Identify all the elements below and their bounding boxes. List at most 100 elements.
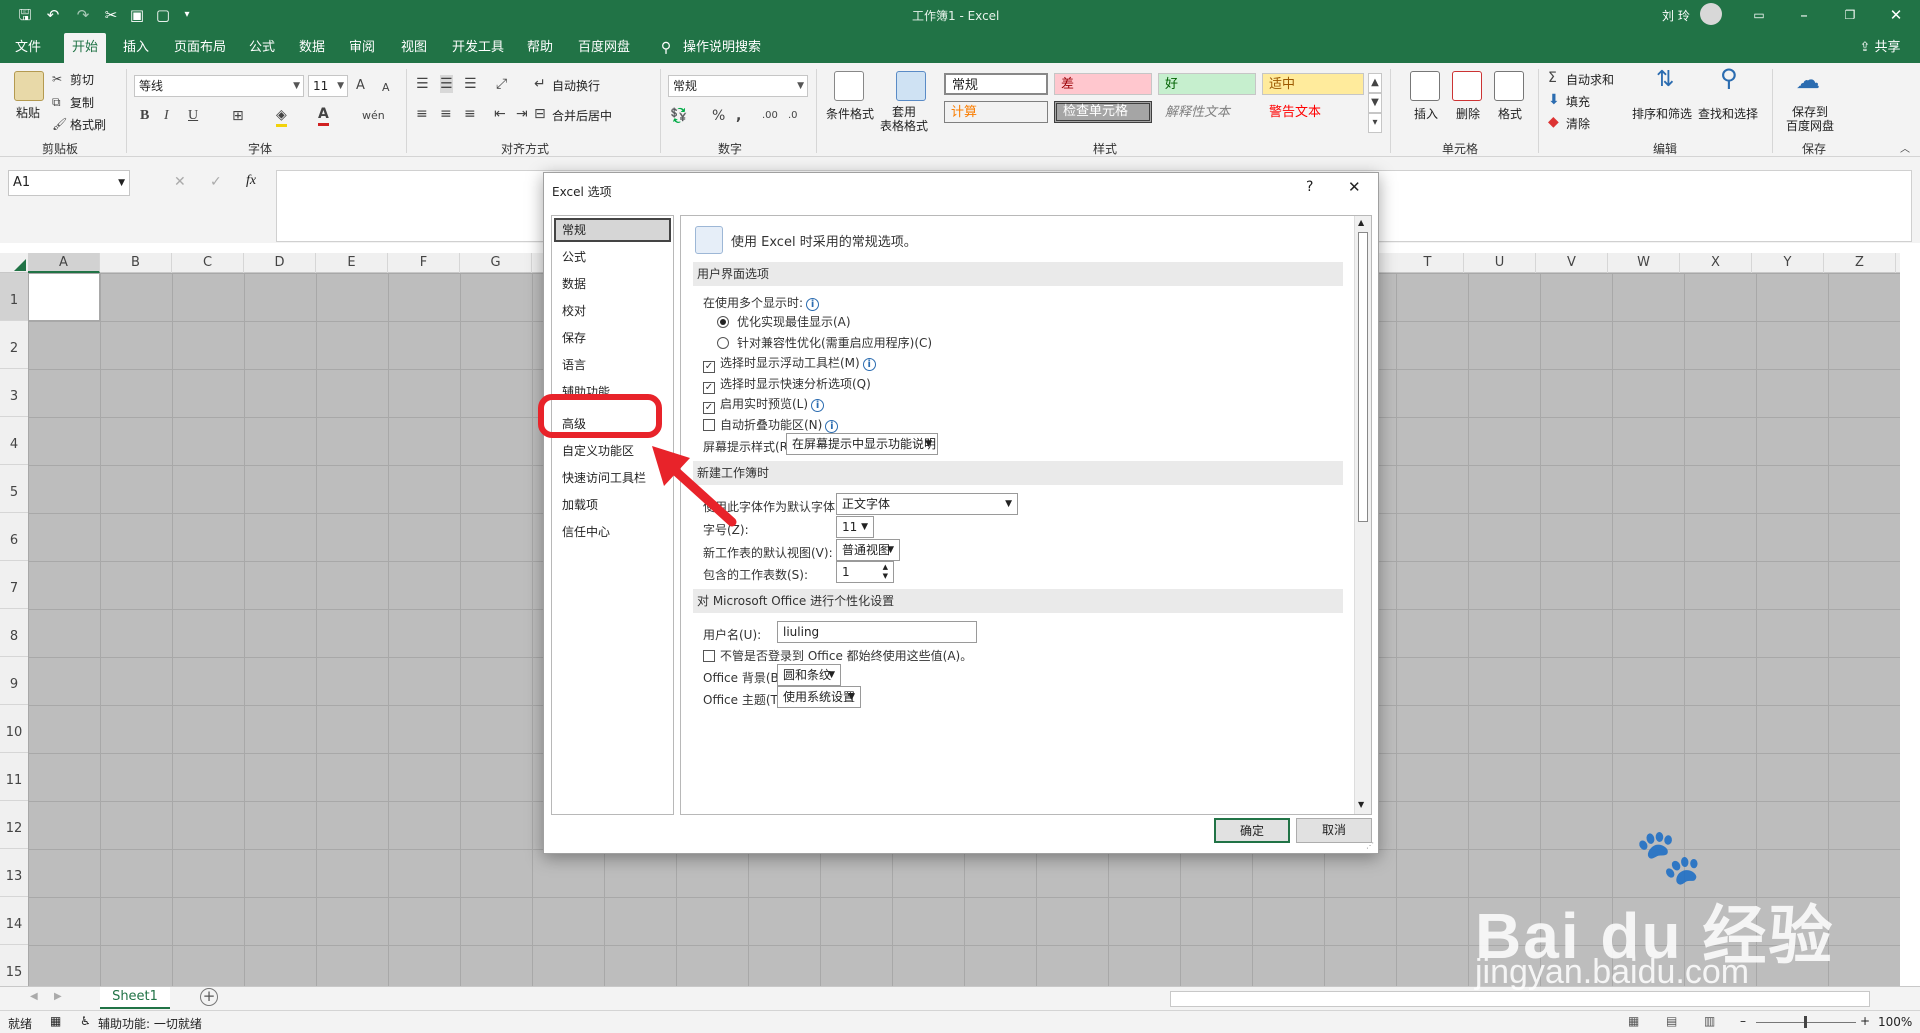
- row-header-5[interactable]: 5: [0, 465, 28, 513]
- nav-item-proofing[interactable]: 校对: [554, 299, 671, 323]
- clear-icon[interactable]: ◆: [1548, 113, 1559, 131]
- save-to-baidu-button[interactable]: 保存到 百度网盘: [1786, 105, 1834, 133]
- tab-data[interactable]: 数据: [296, 33, 328, 63]
- clear-button[interactable]: 清除: [1566, 115, 1590, 132]
- dialog-help-button[interactable]: ?: [1306, 179, 1313, 195]
- row-header-13[interactable]: 13: [0, 849, 28, 897]
- active-cell[interactable]: [28, 273, 100, 321]
- customize-qa-icon[interactable]: ▾: [176, 4, 198, 26]
- sort-filter-icon[interactable]: ⇅: [1656, 69, 1674, 91]
- window-close-icon[interactable]: ✕: [1885, 4, 1907, 26]
- insert-function-icon[interactable]: fx: [246, 173, 256, 189]
- zoom-out-icon[interactable]: –: [1740, 1014, 1746, 1028]
- ribbon-display-icon[interactable]: ▭: [1748, 4, 1770, 26]
- row-header-3[interactable]: 3: [0, 369, 28, 417]
- merge-center-button[interactable]: 合并后居中: [552, 107, 612, 124]
- row-header-14[interactable]: 14: [0, 897, 28, 945]
- row-header-10[interactable]: 10: [0, 705, 28, 753]
- row-header-4[interactable]: 4: [0, 417, 28, 465]
- format-cells-icon[interactable]: [1494, 71, 1524, 101]
- checkbox-quick-analysis[interactable]: ✓ 选择时显示快速分析选项(Q): [703, 375, 871, 394]
- align-center-icon[interactable]: ≡: [440, 105, 452, 123]
- maximize-icon[interactable]: ❐: [1839, 4, 1861, 26]
- nav-item-general[interactable]: 常规: [554, 218, 671, 242]
- column-header-c[interactable]: C: [172, 253, 244, 273]
- dialog-close-button[interactable]: ✕: [1348, 178, 1361, 196]
- page-layout-view-icon[interactable]: ▤: [1666, 1014, 1677, 1028]
- tab-view[interactable]: 视图: [398, 33, 430, 63]
- sort-filter-button[interactable]: 排序和筛选: [1632, 105, 1692, 122]
- font-size-select[interactable]: 11 ▼: [836, 516, 874, 538]
- column-header-t[interactable]: T: [1392, 253, 1464, 273]
- cut-icon[interactable]: ✂: [52, 70, 62, 88]
- tab-insert[interactable]: 插入: [120, 33, 152, 63]
- tab-home[interactable]: 开始: [64, 33, 106, 63]
- font-size-combo[interactable]: 11 ▼: [308, 75, 348, 97]
- zoom-slider-thumb[interactable]: [1804, 1016, 1807, 1028]
- nav-item-save[interactable]: 保存: [554, 326, 671, 350]
- checkbox-always-use[interactable]: 不管是否登录到 Office 都始终使用这些值(A)。: [703, 647, 972, 664]
- format-painter-button[interactable]: 格式刷: [70, 116, 106, 133]
- autosum-icon[interactable]: Σ: [1548, 69, 1557, 87]
- conditional-format-button[interactable]: 条件格式: [826, 105, 874, 122]
- column-header-z[interactable]: Z: [1824, 253, 1896, 273]
- tab-baidu-netdisk[interactable]: 百度网盘: [574, 33, 634, 63]
- resize-grip-icon[interactable]: ⋰: [1366, 841, 1374, 850]
- orientation-icon[interactable]: ⤢: [496, 75, 507, 93]
- new-doc-icon[interactable]: ▢: [152, 4, 174, 26]
- column-header-v[interactable]: V: [1536, 253, 1608, 273]
- align-right-icon[interactable]: ≡: [464, 105, 476, 123]
- radio-optimize-compat[interactable]: 针对兼容性优化(需重启应用程序)(C): [717, 334, 932, 351]
- tab-formulas[interactable]: 公式: [246, 33, 278, 63]
- style-calculation[interactable]: 计算: [944, 101, 1048, 123]
- default-view-select[interactable]: 普通视图 ▼: [836, 539, 900, 561]
- column-header-f[interactable]: F: [388, 253, 460, 273]
- column-header-a[interactable]: A: [28, 253, 100, 273]
- tab-help[interactable]: 帮助: [524, 33, 556, 63]
- tab-page-layout[interactable]: 页面布局: [170, 33, 230, 63]
- align-left-icon[interactable]: ≡: [416, 105, 428, 123]
- row-header-6[interactable]: 6: [0, 513, 28, 561]
- grow-font-icon[interactable]: A: [356, 77, 365, 95]
- insert-cells-icon[interactable]: [1410, 71, 1440, 101]
- find-select-icon[interactable]: ⚲: [1720, 66, 1738, 90]
- tab-developer[interactable]: 开发工具: [448, 33, 508, 63]
- style-normal[interactable]: 常规: [944, 73, 1048, 95]
- zoom-in-icon[interactable]: +: [1860, 1014, 1870, 1028]
- find-select-button[interactable]: 查找和选择: [1698, 105, 1758, 122]
- cancel-button[interactable]: 取消: [1296, 818, 1372, 843]
- align-middle-icon[interactable]: ☰: [440, 75, 453, 93]
- conditional-format-icon[interactable]: [834, 71, 864, 101]
- column-header-w[interactable]: W: [1608, 253, 1680, 273]
- merge-icon[interactable]: ⊟: [534, 105, 546, 123]
- macro-record-icon[interactable]: ▦: [50, 1014, 61, 1028]
- autosum-button[interactable]: 自动求和: [1566, 71, 1614, 88]
- row-header-12[interactable]: 12: [0, 801, 28, 849]
- italic-button[interactable]: I: [164, 107, 169, 125]
- scroll-sheets-left-icon[interactable]: ◀: [30, 991, 38, 1002]
- scroll-sheets-right-icon[interactable]: ▶: [54, 991, 62, 1002]
- normal-view-icon[interactable]: ▦: [1628, 1014, 1639, 1028]
- tab-review[interactable]: 审阅: [346, 33, 378, 63]
- paste-icon[interactable]: [14, 71, 44, 101]
- style-neutral[interactable]: 适中: [1262, 73, 1364, 95]
- row-header-2[interactable]: 2: [0, 321, 28, 369]
- checkbox-mini-toolbar[interactable]: ✓ 选择时显示浮动工具栏(M) i: [703, 354, 876, 373]
- tell-me-search[interactable]: 操作说明搜索: [680, 33, 764, 63]
- cut-button[interactable]: 剪切: [70, 71, 94, 88]
- font-name-combo[interactable]: 等线 ▼: [134, 75, 304, 97]
- style-warning[interactable]: 警告文本: [1262, 101, 1364, 123]
- checkbox-live-preview[interactable]: ✓ 启用实时预览(L) i: [703, 395, 825, 414]
- format-cells-button[interactable]: 格式: [1498, 105, 1522, 122]
- column-header-u[interactable]: U: [1464, 253, 1536, 273]
- accessibility-icon[interactable]: ♿: [80, 1014, 91, 1028]
- delete-cells-icon[interactable]: [1452, 71, 1482, 101]
- confirm-entry-icon[interactable]: ✓: [210, 174, 222, 190]
- name-box[interactable]: A1 ▼: [8, 170, 130, 196]
- scroll-thumb[interactable]: [1358, 232, 1368, 522]
- column-header-d[interactable]: D: [244, 253, 316, 273]
- ok-button[interactable]: 确定: [1214, 818, 1290, 843]
- cancel-entry-icon[interactable]: ✕: [174, 174, 186, 190]
- avatar[interactable]: [1700, 3, 1722, 25]
- row-header-7[interactable]: 7: [0, 561, 28, 609]
